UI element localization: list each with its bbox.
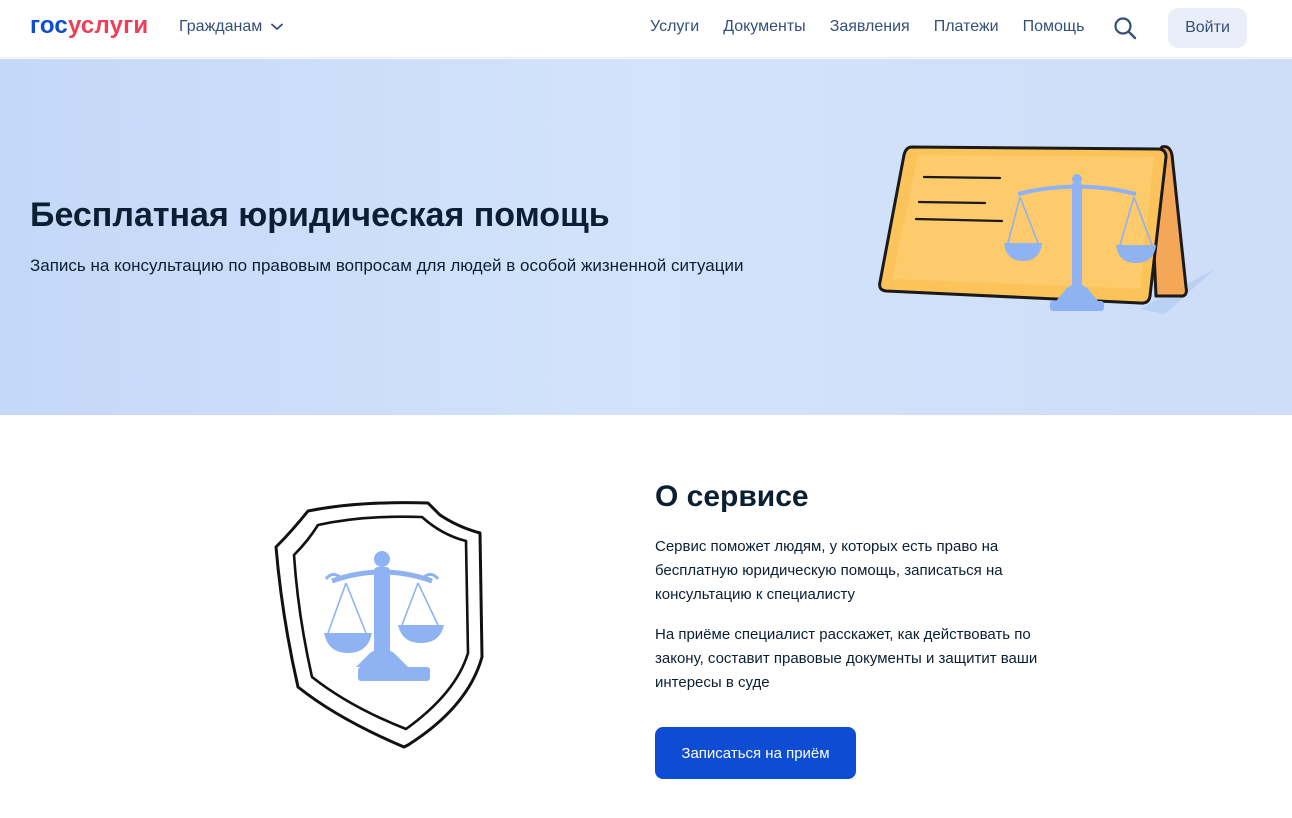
top-header: госуслуги Гражданам Услуги Документы Зая… xyxy=(0,0,1292,58)
shield-scales-illustration xyxy=(268,497,488,752)
logo-part-uslugi: услуги xyxy=(67,12,149,39)
book-appointment-button[interactable]: Записаться на приём xyxy=(655,727,856,779)
about-title: О сервисе xyxy=(655,480,809,513)
desk-nameplate-scales-illustration xyxy=(870,139,1230,329)
nav-documents[interactable]: Документы xyxy=(723,18,805,36)
nav-payments[interactable]: Платежи xyxy=(934,18,999,36)
role-label: Гражданам xyxy=(179,18,263,35)
page-title: Бесплатная юридическая помощь xyxy=(30,196,610,234)
search-icon[interactable] xyxy=(1113,16,1137,40)
role-selector[interactable]: Гражданам xyxy=(179,18,284,36)
nav-applications[interactable]: Заявления xyxy=(830,18,910,36)
logo-part-gos: гос xyxy=(30,12,68,39)
login-button[interactable]: Войти xyxy=(1168,8,1247,48)
page-subtitle: Запись на консультацию по правовым вопро… xyxy=(30,256,744,275)
about-paragraph: Сервис поможет людям, у которых есть пра… xyxy=(655,538,1003,603)
nav-help[interactable]: Помощь xyxy=(1023,18,1085,36)
gosuslugi-logo[interactable]: госуслуги xyxy=(30,12,148,40)
chevron-down-icon xyxy=(271,18,284,36)
hero-banner: Бесплатная юридическая помощь Запись на … xyxy=(0,59,1292,415)
main-nav: Услуги Документы Заявления Платежи Помощ… xyxy=(650,18,1108,36)
about-paragraph: На приёме специалист расскажет, как дейс… xyxy=(655,626,1038,691)
nav-services[interactable]: Услуги xyxy=(650,18,699,36)
